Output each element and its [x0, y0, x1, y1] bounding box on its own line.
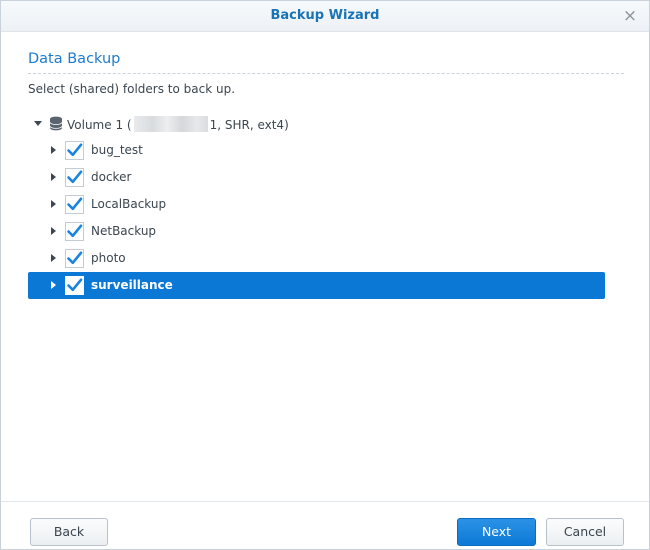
checkbox-checked-icon[interactable]: [65, 168, 84, 187]
footer-bar: Back Next Cancel: [1, 501, 649, 549]
section-divider: [28, 73, 624, 74]
tree-row-volume[interactable]: Volume 1 ( 1, SHR, ext4): [28, 110, 605, 137]
title-bar: Backup Wizard ×: [1, 1, 649, 32]
folder-label: NetBackup: [91, 224, 157, 238]
tree-row-folder[interactable]: NetBackup: [28, 218, 605, 245]
database-icon: [49, 116, 63, 131]
expand-arrow-icon[interactable]: [51, 146, 56, 154]
backup-wizard-window: Backup Wizard × Data Backup Select (shar…: [0, 0, 650, 550]
volume-label-suffix: 1, SHR, ext4): [209, 118, 289, 132]
window-title: Backup Wizard: [270, 8, 380, 23]
folder-tree: Volume 1 ( 1, SHR, ext4) bug_test docker: [28, 110, 605, 299]
expand-arrow-icon[interactable]: [51, 281, 56, 289]
folder-label: bug_test: [91, 143, 143, 157]
checkbox-checked-icon[interactable]: [65, 195, 84, 214]
checkbox-checked-icon[interactable]: [65, 141, 84, 160]
expand-arrow-icon[interactable]: [34, 121, 42, 126]
expand-arrow-icon[interactable]: [51, 200, 56, 208]
section-title: Data Backup: [28, 51, 121, 67]
checkbox-checked-icon[interactable]: [65, 249, 84, 268]
cancel-button[interactable]: Cancel: [546, 518, 624, 546]
expand-arrow-icon[interactable]: [51, 227, 56, 235]
tree-row-folder[interactable]: docker: [28, 164, 605, 191]
back-button[interactable]: Back: [30, 518, 108, 546]
next-button[interactable]: Next: [457, 518, 536, 546]
redacted-volume-name: [133, 116, 208, 132]
folder-label: surveillance: [91, 278, 173, 292]
close-icon[interactable]: ×: [619, 5, 641, 27]
checkbox-checked-icon[interactable]: [65, 276, 84, 295]
tree-row-folder[interactable]: bug_test: [28, 137, 605, 164]
tree-row-folder[interactable]: photo: [28, 245, 605, 272]
tree-row-folder[interactable]: LocalBackup: [28, 191, 605, 218]
folder-label: photo: [91, 251, 126, 265]
volume-label: Volume 1 ( 1, SHR, ext4): [67, 116, 289, 132]
expand-arrow-icon[interactable]: [51, 254, 56, 262]
folder-label: docker: [91, 170, 132, 184]
volume-label-prefix: Volume 1 (: [67, 118, 132, 132]
expand-arrow-icon[interactable]: [51, 173, 56, 181]
folder-label: LocalBackup: [91, 197, 167, 211]
checkbox-checked-icon[interactable]: [65, 222, 84, 241]
section-description: Select (shared) folders to back up.: [28, 82, 236, 96]
tree-row-folder-selected[interactable]: surveillance: [28, 272, 605, 299]
